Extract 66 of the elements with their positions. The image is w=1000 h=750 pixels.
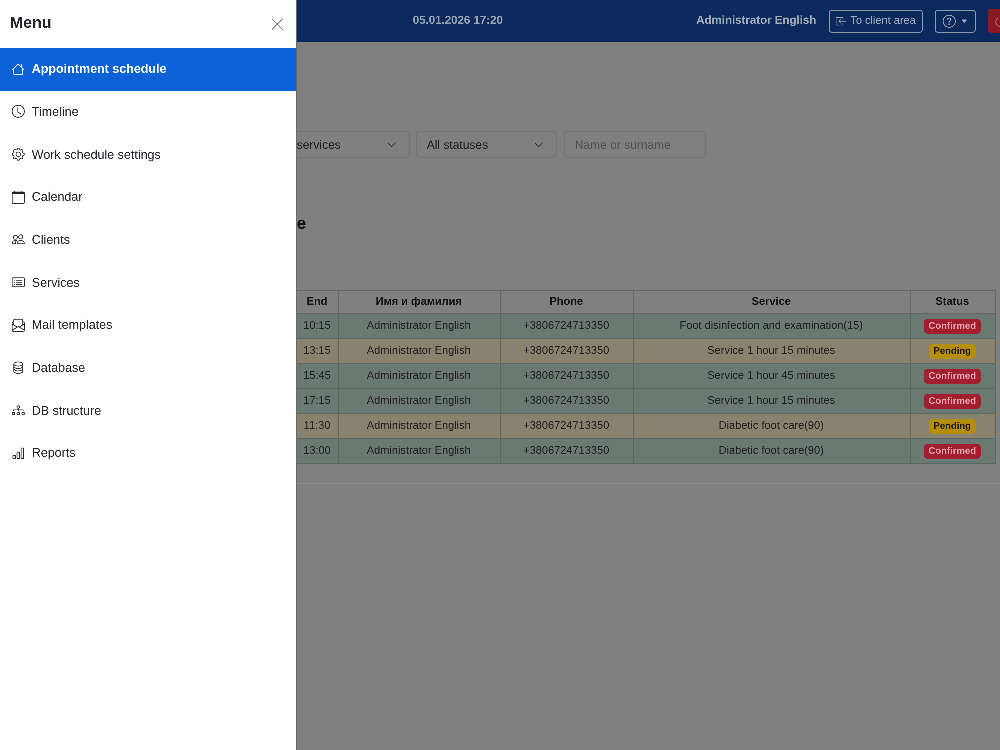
menu-item[interactable]: Timeline: [0, 90, 296, 134]
close-button[interactable]: [270, 16, 285, 32]
gear-icon: [12, 148, 25, 162]
caret-icon: [961, 18, 968, 24]
service-select[interactable]: services: [297, 131, 410, 158]
menu-item[interactable]: DB structure: [0, 389, 296, 432]
table-cell: +3806724713350: [500, 338, 633, 364]
help-button[interactable]: [935, 10, 976, 32]
hierarchy-icon: [12, 404, 25, 418]
calendar-icon: [12, 190, 25, 204]
menu-item[interactable]: Database: [0, 346, 296, 390]
drawer-title: Menu: [10, 15, 52, 33]
box-arrow-icon: [836, 16, 847, 26]
table-cell: Administrator English: [338, 388, 500, 414]
table-cell: Service 1 hour 45 minutes: [633, 364, 910, 388]
help-icon: [943, 14, 956, 28]
status-badge: Confirmed: [924, 368, 982, 384]
table-cell: Administrator English: [338, 338, 500, 364]
table-cell: 17:15: [297, 388, 338, 414]
table-cell: Diabetic foot care(90): [633, 414, 910, 438]
table-cell: +3806724713350: [500, 314, 633, 338]
people-icon: [12, 233, 25, 246]
table-cell: Administrator English: [338, 314, 500, 338]
status-badge: Confirmed: [924, 394, 982, 408]
table-cell: 13:00: [297, 438, 338, 464]
home-icon: [12, 62, 25, 76]
menu-item[interactable]: Services: [0, 261, 296, 304]
status-badge: Pending: [928, 344, 976, 358]
date-time: 05.01.2026 17:20: [413, 15, 504, 27]
table-cell: Administrator English: [338, 364, 500, 388]
table-cell: Foot disinfection and examination(15): [633, 314, 910, 338]
table-cell: +3806724713350: [500, 364, 633, 388]
table-cell: Service 1 hour 15 minutes: [633, 388, 910, 414]
table-cell: +3806724713350: [500, 388, 633, 414]
table-cell: Diabetic foot care(90): [633, 438, 910, 464]
database-icon: [12, 361, 25, 374]
status-select[interactable]: All statuses: [416, 131, 557, 158]
table-cell: 15:45: [297, 364, 338, 388]
table-cell: Service 1 hour 15 minutes: [633, 338, 910, 364]
column-header: Phone: [500, 290, 633, 314]
table-cell: 11:30: [297, 414, 338, 438]
menu-item[interactable]: Reports: [0, 432, 296, 475]
column-header: Service: [633, 290, 910, 314]
list-card-icon: [12, 276, 25, 290]
status-badge: Confirmed: [924, 318, 982, 334]
status-badge: Pending: [928, 418, 976, 434]
menu-item[interactable]: Calendar: [0, 176, 296, 219]
envelope-icon: [12, 318, 25, 332]
clock-icon: [12, 105, 25, 118]
menu-item[interactable]: Mail templates: [0, 304, 296, 347]
table-cell: +3806724713350: [500, 414, 633, 438]
menu-item[interactable]: Appointment schedule: [0, 48, 296, 91]
table-cell: Administrator English: [338, 438, 500, 464]
bar-chart-icon: [12, 446, 25, 460]
column-header: Имя и фамилия: [338, 290, 500, 314]
close-icon: [270, 16, 285, 32]
menu-item[interactable]: Clients: [0, 218, 296, 262]
table-cell: 10:15: [297, 314, 338, 338]
client-area-button[interactable]: To client area: [828, 10, 923, 32]
user-name: Administrator English: [696, 15, 817, 27]
status-badge: Confirmed: [924, 444, 982, 458]
table-cell: +3806724713350: [500, 438, 633, 464]
section-title: e: [297, 214, 306, 234]
table-cell: Administrator English: [338, 414, 500, 438]
table-cell: 13:15: [297, 338, 338, 364]
menu-item[interactable]: Work schedule settings: [0, 133, 296, 176]
